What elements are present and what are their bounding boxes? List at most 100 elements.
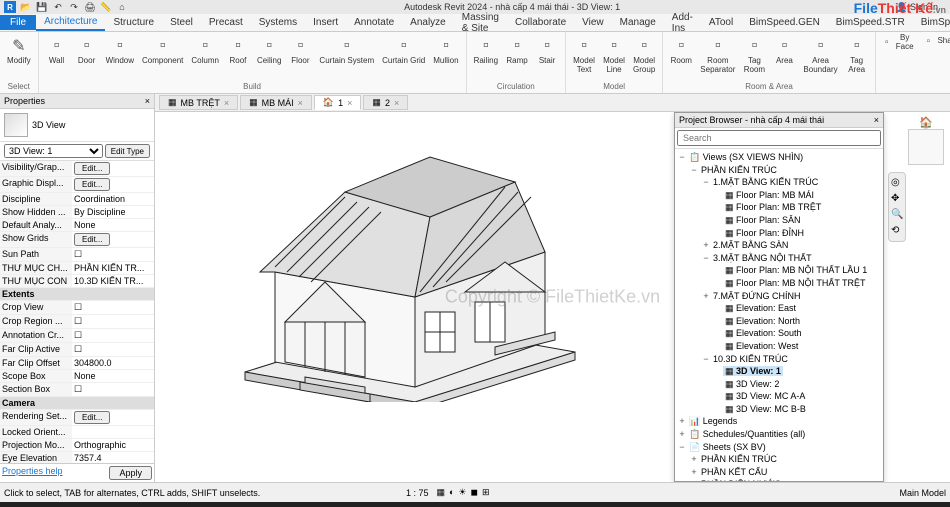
tree-node[interactable]: +PHẦN KIẾN TRÚC [677, 453, 881, 466]
roof-button[interactable]: ▫Roof [224, 34, 252, 67]
ceiling-button[interactable]: ▫Ceiling [254, 34, 284, 67]
tree-node[interactable]: ▦ Floor Plan: MB TRỆT [677, 201, 881, 214]
tab-analyze[interactable]: Analyze [402, 15, 454, 30]
tab-structure[interactable]: Structure [105, 15, 162, 30]
save-icon[interactable]: 💾 [36, 1, 48, 13]
area-boundary-button[interactable]: ▫Area Boundary [800, 34, 840, 76]
tree-node[interactable]: −1.MẶT BẰNG KIẾN TRÚC [677, 176, 881, 189]
tree-node[interactable]: +PHẦN KẾT CẤU [677, 466, 881, 479]
expander-icon[interactable]: + [689, 478, 699, 481]
tab-atool[interactable]: ATool [701, 15, 741, 30]
expander-icon[interactable]: + [689, 466, 699, 479]
crop-icon[interactable]: ⊞ [482, 487, 490, 498]
view-scale[interactable]: 1 : 75 [406, 488, 429, 498]
worksharing-display[interactable]: Main Model [899, 488, 946, 498]
ramp-button[interactable]: ▫Ramp [503, 34, 531, 67]
viewcube[interactable] [908, 129, 944, 165]
tag-room-button[interactable]: ▫Tag Room [740, 34, 768, 76]
expander-icon[interactable]: − [677, 441, 687, 454]
tree-node[interactable]: ▦ Floor Plan: SÂN [677, 214, 881, 227]
type-selector[interactable]: 3D View [0, 109, 154, 142]
open-icon[interactable]: 📂 [20, 1, 32, 13]
edit-button[interactable]: Edit... [74, 411, 110, 424]
expander-icon[interactable]: + [701, 290, 711, 303]
tree-node[interactable]: ▦ Elevation: East [677, 302, 881, 315]
shaft-button[interactable]: ▫Shaft [919, 34, 950, 48]
redo-icon[interactable]: ↷ [68, 1, 80, 13]
close-icon[interactable]: × [874, 115, 879, 125]
area-button[interactable]: ▫Area [770, 34, 798, 67]
tree-node[interactable]: ▦ Elevation: West [677, 340, 881, 353]
close-tab-icon[interactable]: × [347, 98, 352, 108]
expander-icon[interactable]: + [677, 415, 687, 428]
edit-type-button[interactable]: Edit Type [105, 144, 150, 158]
expander-icon[interactable]: + [689, 453, 699, 466]
tag-area-button[interactable]: ▫Tag Area [843, 34, 871, 76]
tree-node[interactable]: −📄 Sheets (SX BV) [677, 441, 881, 454]
stair-button[interactable]: ▫Stair [533, 34, 561, 67]
tree-node[interactable]: ▦ Floor Plan: MB NỘI THẤT LẦU 1 [677, 264, 881, 277]
edit-button[interactable]: Edit... [74, 178, 110, 191]
expander-icon[interactable]: − [689, 164, 699, 177]
modify-button[interactable]: ✎ Modify [4, 34, 34, 67]
model-text-button[interactable]: ▫Model Text [570, 34, 598, 76]
view-tab[interactable]: ▦MB MÁI× [240, 95, 312, 110]
tree-node[interactable]: ▦ Floor Plan: MB NỘI THẤT TRỆT [677, 277, 881, 290]
tree-node[interactable]: −3.MẶT BẰNG NỘI THẤT [677, 252, 881, 265]
tab-insert[interactable]: Insert [305, 15, 346, 30]
search-input[interactable] [677, 130, 881, 146]
visual-style-icon[interactable]: ◐ [449, 487, 454, 498]
model-line-button[interactable]: ▫Model Line [600, 34, 628, 76]
expander-icon[interactable]: + [677, 428, 687, 441]
detail-level-icon[interactable]: ▦ [436, 487, 445, 498]
tab-bimspeed-gen[interactable]: BimSpeed.GEN [741, 15, 828, 30]
edit-button[interactable]: Edit... [74, 233, 110, 246]
properties-help-link[interactable]: Properties help [2, 466, 63, 480]
tree-node[interactable]: +7.MẶT ĐỨNG CHÍNH [677, 290, 881, 303]
edit-button[interactable]: Edit... [74, 162, 110, 175]
close-tab-icon[interactable]: × [224, 98, 229, 108]
tree-node[interactable]: −PHẦN KIẾN TRÚC [677, 164, 881, 177]
tree-node[interactable]: +📋 Schedules/Quantities (all) [677, 428, 881, 441]
railing-button[interactable]: ▫Railing [471, 34, 501, 67]
curtain-system-button[interactable]: ▫Curtain System [316, 34, 377, 67]
tab-view[interactable]: View [574, 15, 612, 30]
expander-icon[interactable]: − [677, 151, 687, 164]
close-icon[interactable]: × [145, 96, 150, 106]
curtain-grid-button[interactable]: ▫Curtain Grid [379, 34, 428, 67]
tree-node[interactable]: +PHẦN ĐIỆN NƯỚC [677, 478, 881, 481]
tab-manage[interactable]: Manage [612, 15, 664, 30]
tree-node[interactable]: ▦ 3D View: MC B-B [677, 403, 881, 416]
zoom-icon[interactable]: 🔍 [891, 209, 903, 221]
component-button[interactable]: ▫Component [139, 34, 186, 67]
view-dropdown[interactable]: 3D View: 1 [4, 144, 103, 158]
tree-node[interactable]: ▦ Floor Plan: ĐỈNH [677, 227, 881, 240]
tab-precast[interactable]: Precast [201, 15, 251, 30]
room-separator-button[interactable]: ▫Room Separator [697, 34, 738, 76]
measure-icon[interactable]: 📏 [100, 1, 112, 13]
tree-node[interactable]: −📋 Views (SX VIEWS NHÌN) [677, 151, 881, 164]
orbit-icon[interactable]: ⟲ [891, 225, 903, 237]
tab-bimspeed-str[interactable]: BimSpeed.STR [828, 15, 913, 30]
tree-node[interactable]: +2.MẶT BẰNG SÀN [677, 239, 881, 252]
home-icon[interactable]: ⌂ [116, 1, 128, 13]
shadows-icon[interactable]: ◼ [471, 487, 478, 498]
tab-collaborate[interactable]: Collaborate [507, 15, 574, 30]
pan-icon[interactable]: ✥ [891, 193, 903, 205]
wall-button[interactable]: ▫Wall [43, 34, 71, 67]
tree-node[interactable]: ▦ Elevation: North [677, 315, 881, 328]
home-view-icon[interactable]: 🏠 [906, 116, 946, 129]
mullion-button[interactable]: ▫Mullion [430, 34, 461, 67]
steering-wheel-icon[interactable]: ◎ [891, 177, 903, 189]
expander-icon[interactable]: − [701, 176, 711, 189]
tree-node[interactable]: ▦ 3D View: 1 [677, 365, 881, 378]
window-button[interactable]: ▫Window [103, 34, 137, 67]
view-tab[interactable]: 🏠1× [314, 95, 362, 110]
tree-node[interactable]: ▦ 3D View: 2 [677, 378, 881, 391]
print-icon[interactable]: 🖨 [84, 1, 96, 13]
tree-node[interactable]: ▦ Elevation: South [677, 327, 881, 340]
door-button[interactable]: ▫Door [73, 34, 101, 67]
view-tab[interactable]: ▦2× [363, 95, 408, 110]
expander-icon[interactable]: + [701, 239, 711, 252]
tab-steel[interactable]: Steel [162, 15, 201, 30]
